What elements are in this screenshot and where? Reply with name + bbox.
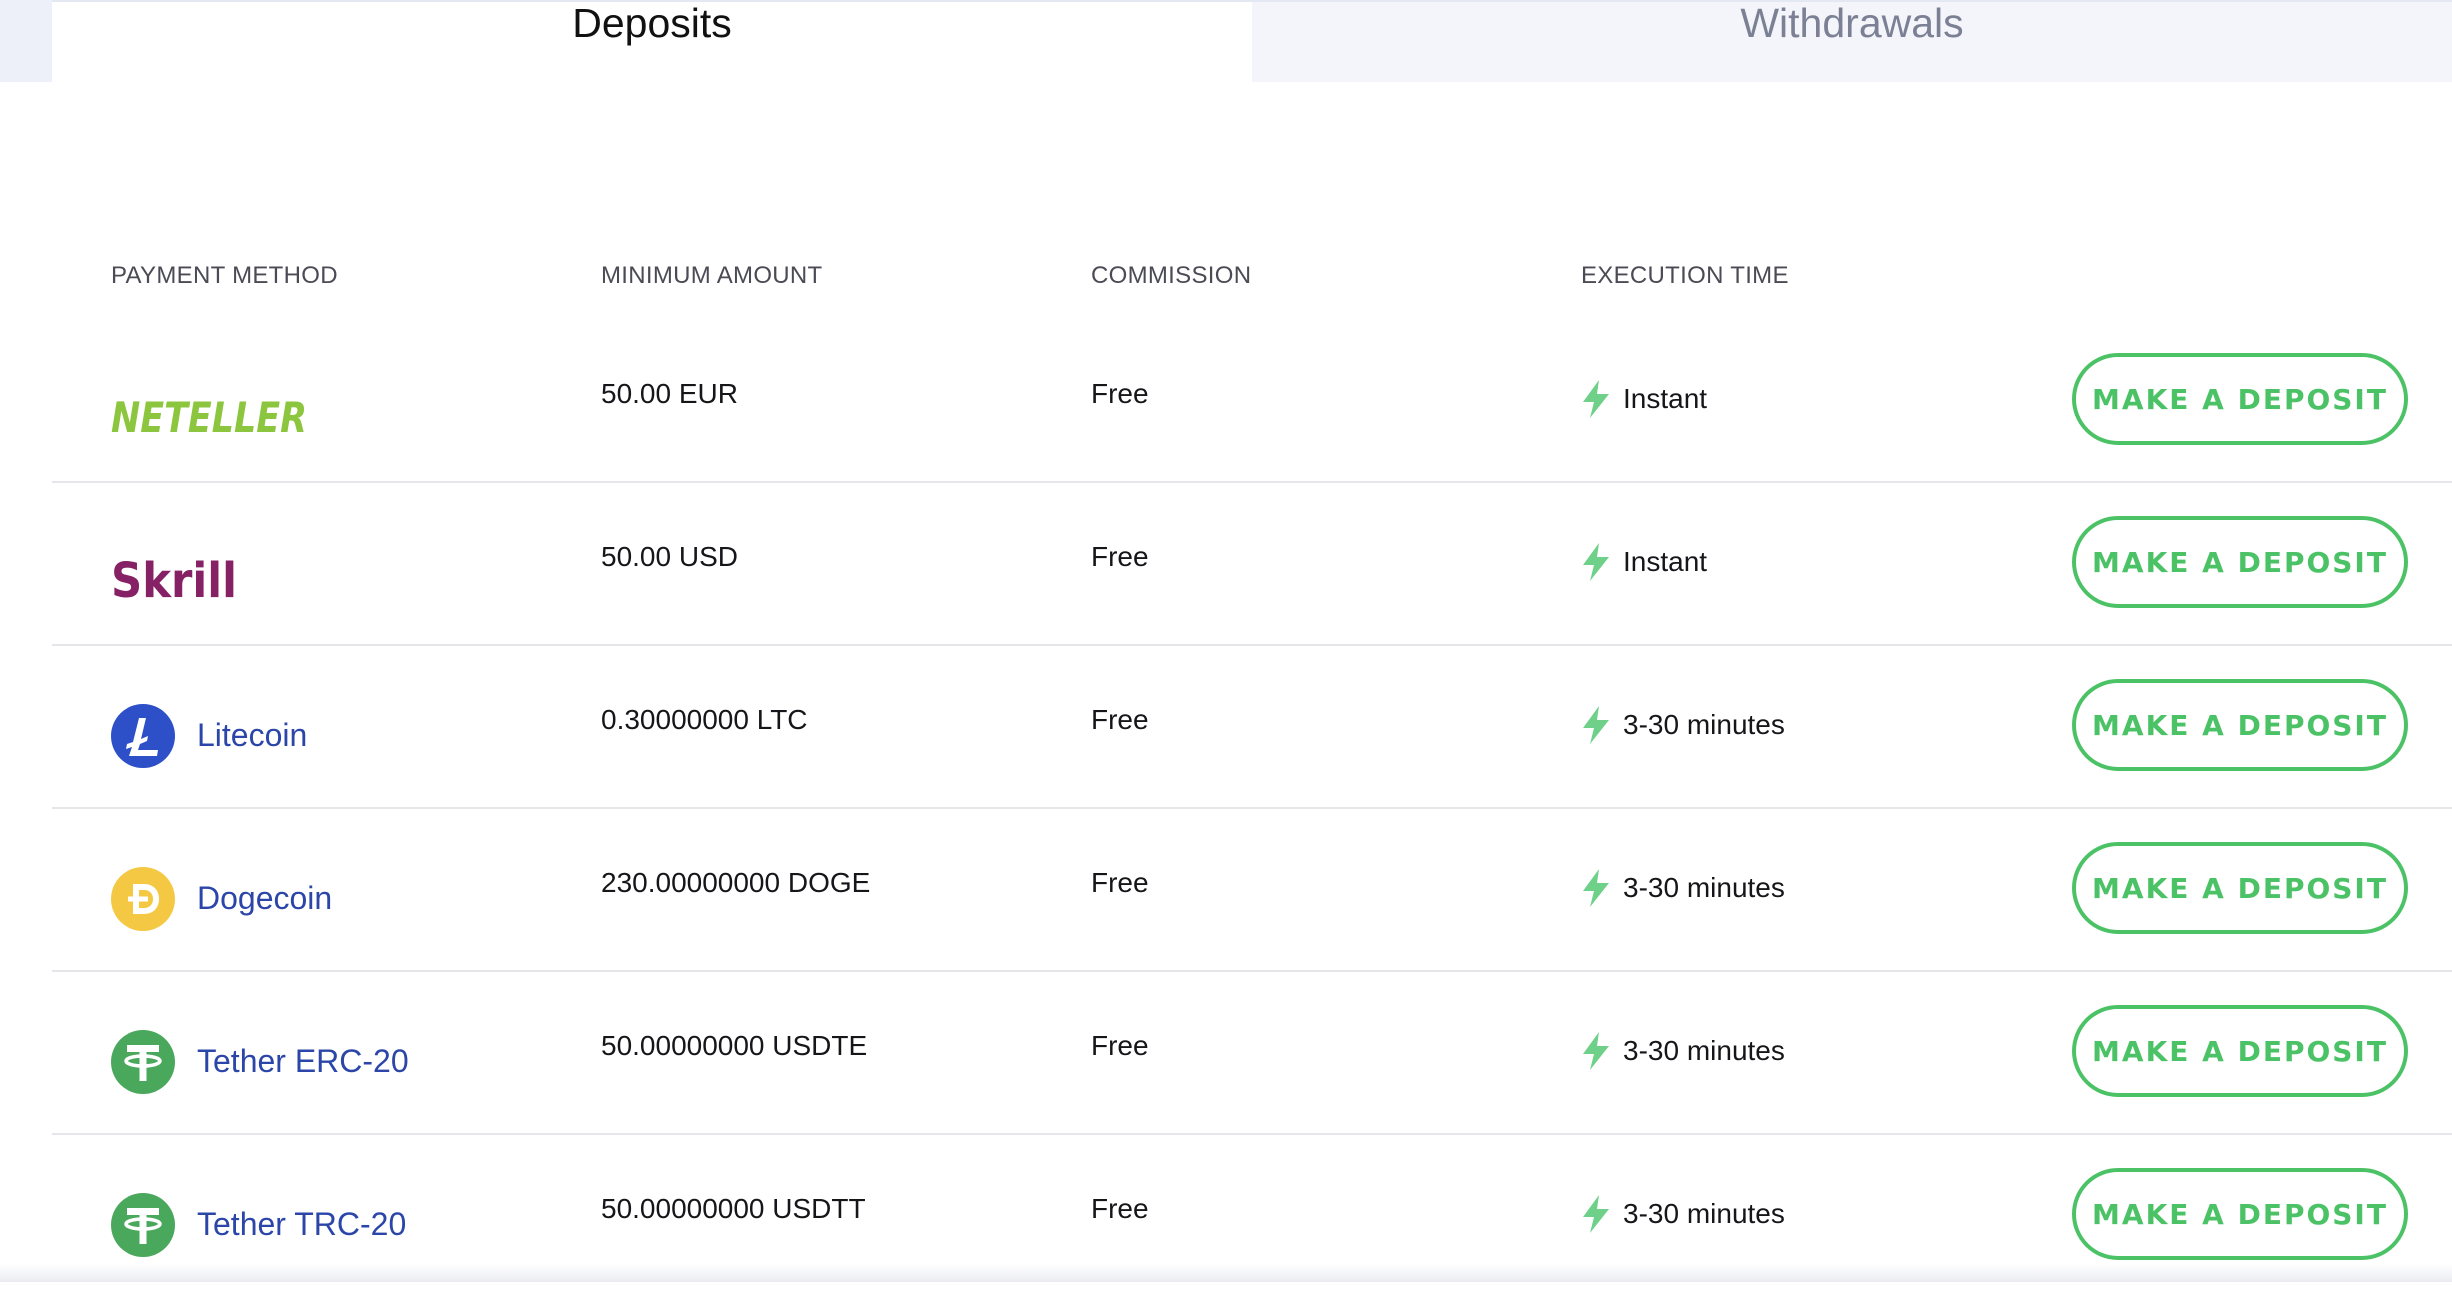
payment-method-cell: Skrill [111, 483, 241, 644]
commission: Free [1091, 378, 1149, 409]
execution-time-label: 3-30 minutes [1623, 1035, 1785, 1066]
payment-method-name[interactable]: Tether ERC-20 [197, 1043, 409, 1080]
bottom-fade [0, 1264, 2452, 1282]
payment-method-cell: Dogecoin [111, 809, 332, 970]
payment-method-cell: NETELLER [111, 320, 311, 481]
make-deposit-button[interactable]: MAKE A DEPOSIT [2072, 353, 2408, 445]
execution-time-label: Instant [1623, 546, 1708, 577]
header-minimum-amount: MINIMUM AMOUNT [601, 262, 823, 289]
payment-method-cell: Tether ERC-20 [111, 972, 409, 1133]
tab-deposits[interactable]: Deposits [52, 0, 1252, 82]
commission: Free [1091, 1193, 1149, 1224]
dogecoin-icon [111, 866, 175, 931]
payment-method-cell: Litecoin [111, 646, 307, 807]
table-row: Tether ERC-20 50.00000000 USDTE Free 3-3… [52, 972, 2452, 1135]
payment-method-name[interactable]: Tether TRC-20 [197, 1206, 406, 1243]
commission: Free [1091, 541, 1149, 572]
table-row: NETELLER 50.00 EUR Free Instant MAKE A D… [52, 320, 2452, 483]
execution-time-label: 3-30 minutes [1623, 709, 1785, 740]
tether-icon [111, 1029, 175, 1094]
minimum-amount: 50.00000000 USDTT [601, 1193, 866, 1224]
header-execution-time: EXECUTION TIME [1581, 262, 1789, 289]
execution-time-label: 3-30 minutes [1623, 1198, 1785, 1229]
tab-bar: Deposits Withdrawals [52, 0, 2452, 82]
execution-time: Instant [1581, 380, 1707, 418]
execution-time: 3-30 minutes [1581, 706, 1785, 744]
execution-time-label: Instant [1623, 383, 1708, 414]
tether-icon [111, 1192, 175, 1257]
minimum-amount: 230.00000000 DOGE [601, 867, 871, 898]
commission: Free [1091, 1030, 1149, 1061]
commission: Free [1091, 867, 1149, 898]
svg-text:NETELLER: NETELLER [111, 394, 307, 438]
skrill-logo: Skrill [111, 553, 237, 605]
minimum-amount: 50.00 EUR [601, 378, 738, 409]
lightning-icon [1583, 1195, 1609, 1233]
tab-withdrawals[interactable]: Withdrawals [1252, 0, 2452, 82]
neteller-logo: NETELLER [111, 394, 307, 438]
execution-time: 3-30 minutes [1581, 869, 1785, 907]
execution-time: 3-30 minutes [1581, 1195, 1785, 1233]
litecoin-icon [111, 703, 175, 768]
payment-method-name[interactable]: Litecoin [197, 717, 307, 754]
lightning-icon [1583, 1032, 1609, 1070]
header-payment-method: PAYMENT METHOD [111, 262, 338, 289]
lightning-icon [1583, 543, 1609, 581]
payment-methods-table: NETELLER 50.00 EUR Free Instant MAKE A D… [52, 320, 2452, 1296]
table-row: Skrill 50.00 USD Free Instant MAKE A DEP… [52, 483, 2452, 646]
commission: Free [1091, 704, 1149, 735]
execution-time-label: 3-30 minutes [1623, 872, 1785, 903]
minimum-amount: 50.00 USD [601, 541, 738, 572]
svg-text:Skrill: Skrill [111, 553, 237, 605]
table-row: Dogecoin 230.00000000 DOGE Free 3-30 min… [52, 809, 2452, 972]
execution-time: Instant [1581, 543, 1707, 581]
make-deposit-button[interactable]: MAKE A DEPOSIT [2072, 679, 2408, 771]
minimum-amount: 0.30000000 LTC [601, 704, 808, 735]
table-row: Litecoin 0.30000000 LTC Free 3-30 minute… [52, 646, 2452, 809]
payment-method-name[interactable]: Dogecoin [197, 880, 332, 917]
make-deposit-button[interactable]: MAKE A DEPOSIT [2072, 842, 2408, 934]
make-deposit-button[interactable]: MAKE A DEPOSIT [2072, 1005, 2408, 1097]
make-deposit-button[interactable]: MAKE A DEPOSIT [2072, 516, 2408, 608]
header-commission: COMMISSION [1091, 262, 1252, 289]
lightning-icon [1583, 869, 1609, 907]
minimum-amount: 50.00000000 USDTE [601, 1030, 868, 1061]
lightning-icon [1583, 380, 1609, 418]
lightning-icon [1583, 706, 1609, 744]
execution-time: 3-30 minutes [1581, 1032, 1785, 1070]
make-deposit-button[interactable]: MAKE A DEPOSIT [2072, 1168, 2408, 1260]
tab-bar-edge [0, 0, 52, 82]
